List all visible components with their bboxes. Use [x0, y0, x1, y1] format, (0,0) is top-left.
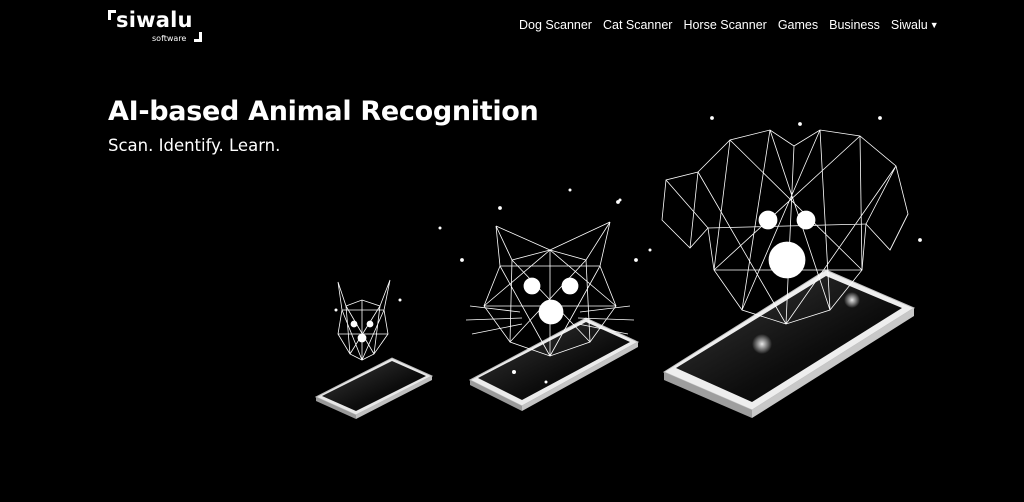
small-cat-wireframe — [337, 279, 391, 361]
large-phone — [662, 269, 916, 418]
nav-games[interactable]: Games — [778, 18, 818, 32]
nav-siwalu-dropdown[interactable]: Siwalu ▼ — [891, 18, 939, 32]
nav-horse-scanner[interactable]: Horse Scanner — [683, 18, 766, 32]
logo-wordmark: siwalu — [116, 8, 193, 32]
animal-scan-illustration — [314, 116, 922, 419]
siwalu-logo[interactable]: siwalu software — [108, 8, 208, 44]
logo-bracket-bottom-right — [194, 32, 202, 42]
medium-phone — [468, 317, 640, 411]
caret-down-icon: ▼ — [929, 20, 939, 30]
hero-subtitle: Scan. Identify. Learn. — [108, 136, 281, 155]
logo-tagline: software — [152, 34, 187, 43]
nav-business[interactable]: Business — [829, 18, 880, 32]
nav-dog-scanner[interactable]: Dog Scanner — [519, 18, 592, 32]
main-nav: Dog Scanner Cat Scanner Horse Scanner Ga… — [519, 18, 939, 32]
page: siwalu software Dog Scanner Cat Scanner … — [0, 0, 1024, 502]
small-phone — [314, 357, 434, 419]
logo-bracket-top-left — [108, 10, 116, 20]
nav-siwalu-label: Siwalu — [890, 18, 928, 32]
nav-cat-scanner[interactable]: Cat Scanner — [603, 18, 672, 32]
